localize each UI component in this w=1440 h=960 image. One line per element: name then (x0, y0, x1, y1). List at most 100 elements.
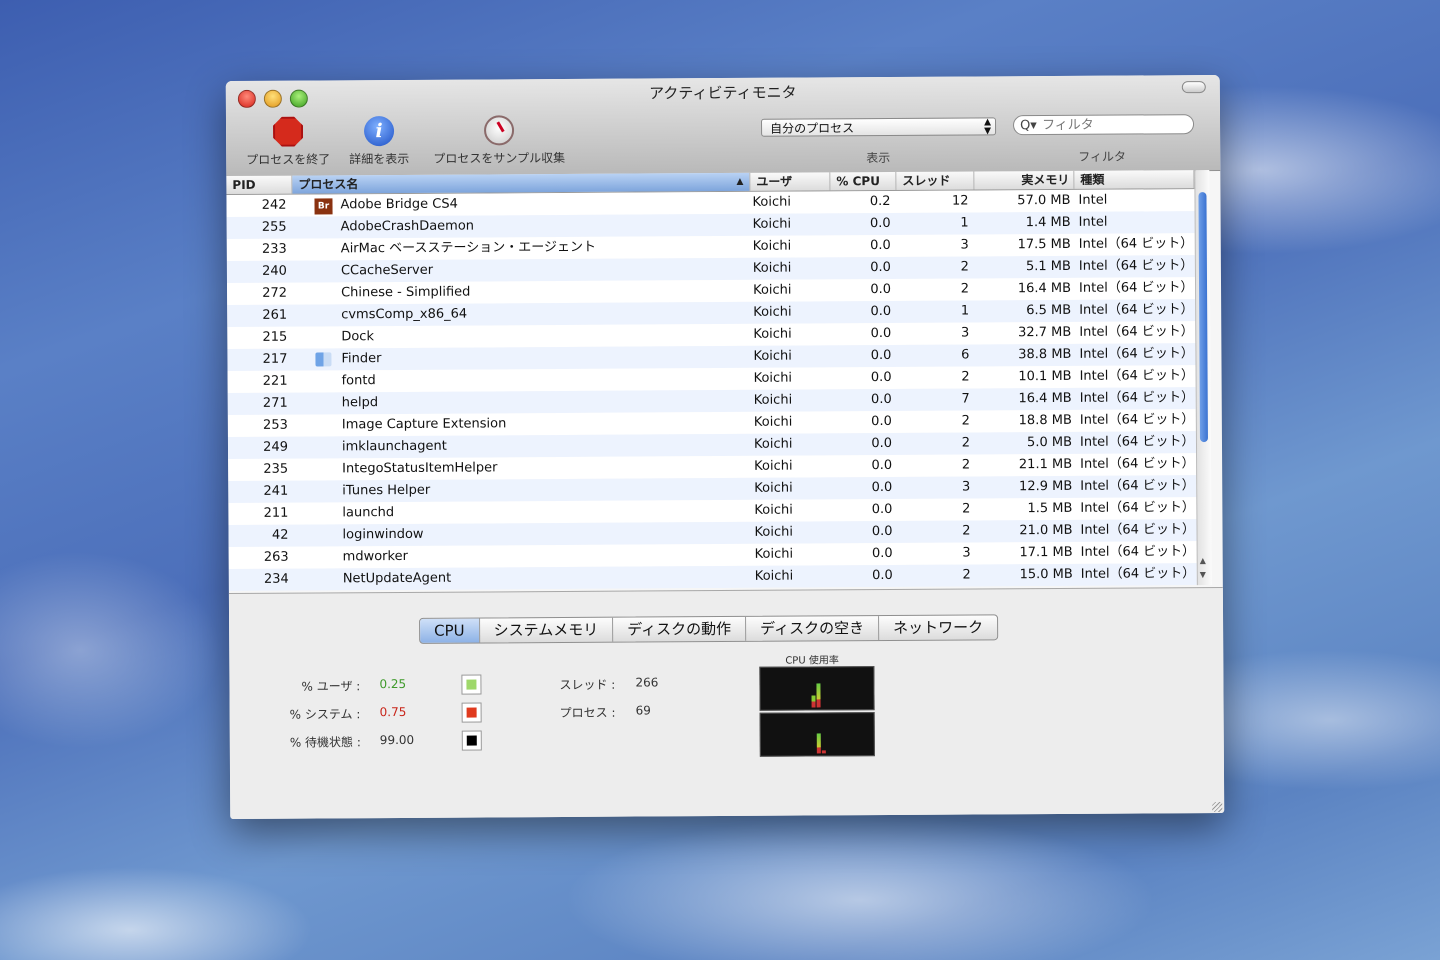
cpu-cell: 0.0 (869, 215, 891, 232)
threads-cell: 2 (960, 259, 969, 275)
threads-stat-label: スレッド : (559, 677, 616, 693)
kind-cell: Intel（64 ビット） (1080, 456, 1195, 472)
threads-cell: 2 (961, 413, 970, 429)
memory-cell: 16.4 MB (1018, 390, 1072, 407)
threads-cell: 2 (962, 567, 971, 583)
tab-3[interactable]: ディスクの空き (746, 616, 880, 641)
threads-cell: 2 (962, 501, 971, 517)
inspect-button[interactable]: i 詳細を表示 (344, 116, 414, 167)
threads-cell: 3 (961, 479, 971, 495)
pid-cell: 253 (262, 417, 288, 433)
kind-cell: Intel（64 ビット） (1079, 390, 1195, 406)
memory-cell: 21.0 MB (1019, 522, 1073, 539)
tab-0[interactable]: CPU (420, 618, 480, 643)
scrollbar-thumb[interactable] (1198, 192, 1208, 443)
process-name-cell: Dock (341, 329, 375, 345)
idle-stat-label: % 待機状態 : (289, 735, 361, 750)
stop-icon (273, 117, 303, 147)
memory-cell: 1.4 MB (1025, 214, 1071, 231)
pid-cell: 241 (263, 483, 289, 499)
threads-cell: 2 (962, 523, 971, 539)
memory-cell: 57.0 MB (1017, 192, 1071, 209)
tab-1[interactable]: システムメモリ (479, 617, 614, 643)
column-header-user[interactable]: ユーザ (750, 172, 831, 191)
inspect-label: 詳細を表示 (349, 151, 410, 167)
threads-cell: 2 (961, 369, 970, 385)
system-color-fill (466, 707, 477, 718)
process-name-cell: IntegoStatusItemHelper (342, 460, 498, 477)
process-name-cell: fontd (341, 373, 376, 389)
quit-process-label: プロセスを終了 (246, 152, 331, 167)
kind-cell: Intel（64 ビット） (1080, 500, 1195, 516)
memory-cell: 17.1 MB (1019, 544, 1073, 561)
user-color-swatch[interactable] (461, 674, 482, 695)
updown-arrows-icon: ▲ ▼ (984, 117, 992, 137)
column-header-cpu[interactable]: % CPU (830, 171, 897, 191)
sample-process-button[interactable]: プロセスをサンプル収集 (424, 115, 574, 167)
column-header-pid[interactable]: PID (226, 175, 293, 195)
graph-bar (816, 699, 821, 708)
column-header-name[interactable]: プロセス名 ▲ (292, 172, 751, 194)
filter-search-field[interactable]: Q▾ フィルタ (1012, 114, 1195, 136)
system-stat-value: 0.75 (379, 704, 407, 720)
system-color-swatch[interactable] (461, 702, 482, 723)
cpu-cell: 0.0 (870, 237, 891, 254)
window-title: アクティビティモニタ (649, 83, 797, 103)
process-name-cell: imklaunchagent (341, 438, 447, 455)
user-cell: Koichi (754, 546, 794, 562)
process-name-cell: Adobe Bridge CS4 (340, 196, 458, 213)
column-header-threads[interactable]: スレッド (896, 171, 975, 190)
user-color-fill (466, 679, 477, 690)
cpu-usage-graph-core-2 (759, 712, 875, 757)
kind-cell: Intel（64 ビット） (1080, 522, 1196, 538)
threads-cell: 12 (951, 193, 969, 209)
column-header-memory[interactable]: 実メモリ (974, 170, 1075, 190)
memory-cell: 17.5 MB (1017, 236, 1071, 253)
kind-cell: Intel（64 ビット） (1079, 302, 1194, 318)
vertical-scrollbar[interactable]: ▲ ▼ (1194, 170, 1212, 586)
toolbar-toggle-button[interactable] (1181, 81, 1206, 94)
kind-cell: Intel（64 ビット） (1080, 544, 1196, 560)
tab-4[interactable]: ネットワーク (879, 615, 997, 640)
user-stat: % ユーザ : (301, 677, 360, 694)
kind-cell: Intel（64 ビット） (1079, 324, 1194, 340)
kind-cell: Intel（64 ビット） (1078, 280, 1194, 296)
pid-cell: 261 (262, 307, 288, 323)
user-cell: Koichi (752, 260, 792, 276)
process-name-cell: helpd (341, 395, 379, 411)
filter-placeholder: フィルタ (1041, 117, 1094, 134)
memory-cell: 16.4 MB (1017, 280, 1072, 297)
threads-cell: 3 (960, 237, 969, 253)
pid-cell: 211 (263, 505, 289, 521)
bottom-panel: CPU システムメモリ ディスクの動作 ディスクの空き ネットワーク % ユーザ : 0… (228, 586, 1225, 820)
user-cell: Koichi (753, 326, 792, 342)
cpu-cell: 0.0 (870, 325, 892, 342)
cpu-header-label: % CPU (836, 174, 880, 189)
kind-cell: Intel (1078, 214, 1108, 230)
process-name-cell: cvmsComp_x86_64 (341, 306, 468, 323)
scroll-down-icon[interactable]: ▼ (1200, 570, 1206, 579)
threads-cell: 2 (961, 435, 971, 451)
pid-cell: 235 (263, 461, 289, 477)
user-cell: Koichi (752, 238, 792, 254)
cpu-cell: 0.0 (871, 523, 893, 540)
pid-cell: 217 (262, 351, 288, 367)
pid-cell: 234 (263, 571, 289, 587)
show-process-select[interactable]: 自分のプロセス ▲ ▼ (760, 117, 997, 137)
table-row[interactable]: 234 NetUpdateAgent Koichi 0.0 2 15.0 MB Intel（… (228, 563, 1197, 592)
threads-cell: 3 (962, 545, 971, 561)
kind-header-label: 種類 (1080, 172, 1105, 187)
cpu-cell: 0.2 (869, 193, 891, 210)
user-cell: Koichi (752, 194, 792, 210)
sample-icon (483, 115, 515, 146)
user-cell: Koichi (752, 216, 792, 232)
column-header-kind[interactable]: 種類 (1074, 170, 1195, 189)
tab-2[interactable]: ディスクの動作 (613, 616, 747, 642)
scroll-up-icon[interactable]: ▲ (1200, 556, 1206, 565)
quit-process-button[interactable]: プロセスを終了 (238, 116, 338, 168)
threads-stat-value: 266 (635, 675, 659, 690)
resize-grip[interactable] (1212, 801, 1223, 813)
cpu-cell: 0.0 (870, 259, 891, 276)
pid-cell: 233 (261, 241, 287, 257)
idle-color-swatch[interactable] (461, 730, 482, 751)
